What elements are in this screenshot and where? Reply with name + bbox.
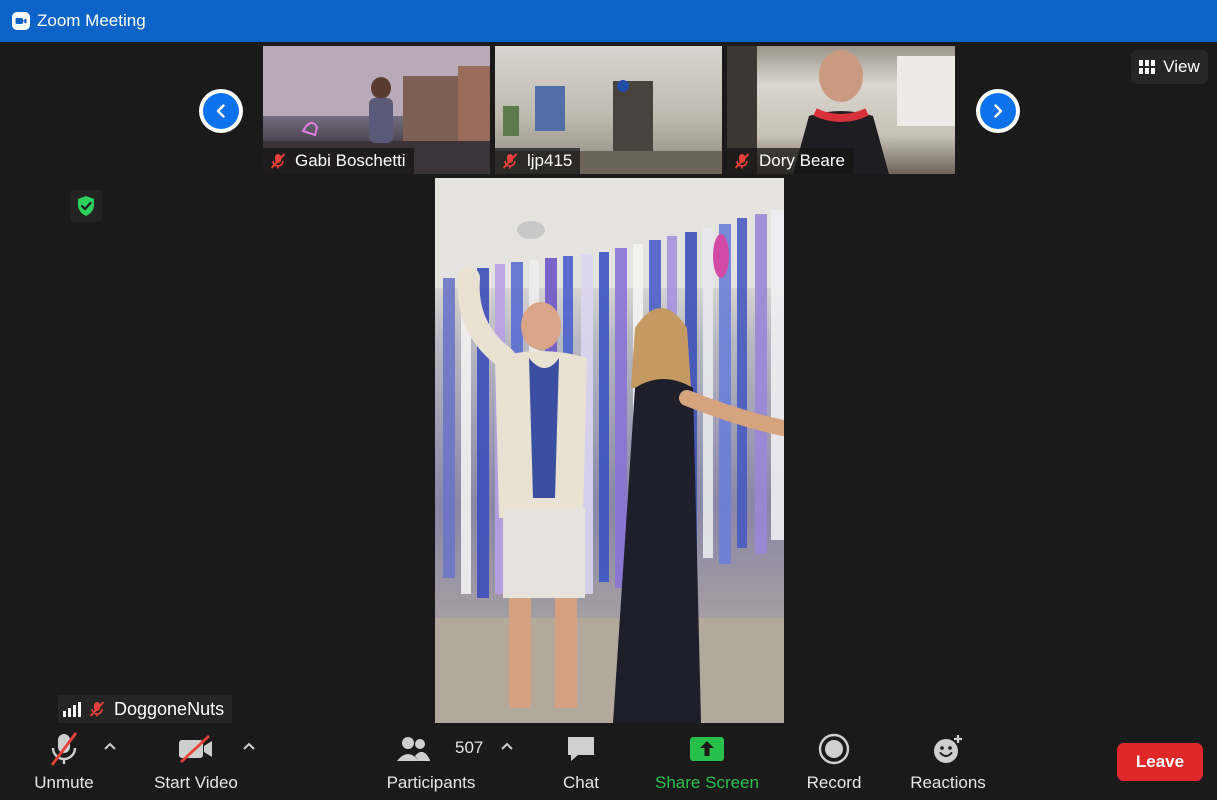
active-speaker-video[interactable] bbox=[435, 178, 784, 723]
previous-page-button[interactable] bbox=[199, 89, 243, 133]
view-button-label: View bbox=[1163, 57, 1200, 76]
participant-strip: Gabi Boschetti ljp415 Dory Beare bbox=[263, 46, 955, 174]
participants-icon bbox=[397, 737, 430, 761]
shield-check-icon bbox=[78, 196, 94, 216]
add-reaction-icon bbox=[934, 735, 962, 763]
share-screen-label: Share Screen bbox=[655, 773, 759, 792]
participants-label: Participants bbox=[386, 773, 476, 792]
signal-strength-icon bbox=[63, 702, 81, 717]
muted-microphone-icon bbox=[50, 732, 78, 766]
record-label: Record bbox=[806, 773, 862, 792]
participant-name-tag: Dory Beare bbox=[727, 148, 853, 174]
chevron-left-icon bbox=[216, 104, 225, 118]
participant-video-tile[interactable]: Dory Beare bbox=[727, 46, 955, 174]
next-page-button[interactable] bbox=[976, 89, 1020, 133]
reactions-button[interactable]: Reactions bbox=[906, 727, 990, 800]
view-button[interactable]: View bbox=[1131, 50, 1208, 84]
video-off-icon bbox=[179, 734, 212, 764]
meeting-toolbar: Unmute Start Video Participants 507 Chat… bbox=[0, 727, 1217, 800]
muted-mic-icon bbox=[89, 701, 105, 717]
video-options-caret-icon[interactable] bbox=[242, 741, 256, 751]
start-video-label: Start Video bbox=[154, 773, 238, 792]
share-screen-button[interactable]: Share Screen bbox=[652, 727, 762, 800]
unmute-label: Unmute bbox=[34, 773, 94, 792]
participant-name-tag: Gabi Boschetti bbox=[263, 148, 414, 174]
audio-options-caret-icon[interactable] bbox=[103, 741, 117, 751]
participant-name: ljp415 bbox=[527, 151, 573, 170]
share-screen-icon bbox=[690, 737, 724, 761]
video-frame-image bbox=[435, 178, 784, 723]
participants-options-caret-icon[interactable] bbox=[500, 741, 514, 751]
chat-bubble-icon bbox=[568, 737, 594, 761]
participant-video-tile[interactable]: Gabi Boschetti bbox=[263, 46, 490, 174]
chat-label: Chat bbox=[563, 773, 599, 792]
chevron-right-icon bbox=[994, 104, 1003, 118]
muted-mic-icon bbox=[502, 153, 518, 169]
record-button[interactable]: Record bbox=[802, 727, 866, 800]
unmute-button[interactable]: Unmute bbox=[28, 727, 100, 800]
self-name: DoggoneNuts bbox=[114, 698, 225, 719]
participants-count: 507 bbox=[455, 738, 484, 757]
chat-button[interactable]: Chat bbox=[554, 727, 608, 800]
participant-video-tile[interactable]: ljp415 bbox=[495, 46, 722, 174]
participant-name: Gabi Boschetti bbox=[295, 151, 406, 170]
encryption-indicator[interactable] bbox=[70, 190, 102, 222]
record-icon bbox=[818, 733, 850, 765]
start-video-button[interactable]: Start Video bbox=[148, 727, 244, 800]
participant-name: Dory Beare bbox=[759, 151, 845, 170]
zoom-app-icon bbox=[12, 12, 30, 30]
grid-view-icon bbox=[1139, 60, 1156, 74]
window-title: Zoom Meeting bbox=[37, 11, 146, 30]
leave-meeting-button[interactable]: Leave bbox=[1117, 743, 1203, 781]
reactions-label: Reactions bbox=[910, 773, 986, 792]
self-name-tag: DoggoneNuts bbox=[58, 695, 233, 723]
title-bar: Zoom Meeting bbox=[0, 0, 1217, 42]
muted-mic-icon bbox=[734, 153, 750, 169]
muted-mic-icon bbox=[270, 153, 286, 169]
participant-name-tag: ljp415 bbox=[495, 148, 581, 174]
